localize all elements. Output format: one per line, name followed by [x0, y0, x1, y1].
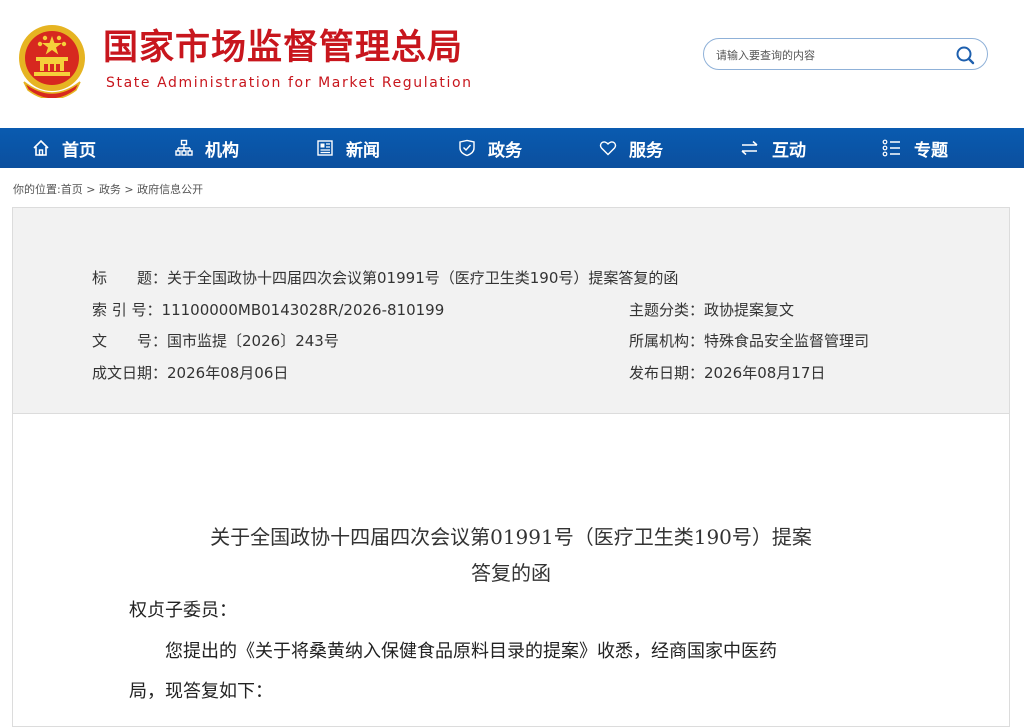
- meta-created-value: 2026年08月06日: [167, 364, 289, 382]
- meta-org-row: 所属机构：特殊食品安全监督管理司: [629, 331, 869, 351]
- newspaper-icon: [317, 140, 333, 156]
- nav-item-topics[interactable]: 专题: [882, 128, 948, 168]
- meta-title-label: 标 题：: [92, 269, 168, 287]
- document-frame: 标 题：关于全国政协十四届四次会议第01991号（医疗卫生类190号）提案答复的…: [12, 207, 1010, 727]
- nav-label: 政务: [488, 140, 522, 161]
- meta-topic-label: 主题分类：: [629, 301, 705, 319]
- shield-icon: [459, 139, 475, 157]
- breadcrumb-separator: >: [82, 183, 99, 196]
- document-salutation: 权贞子委员：: [129, 600, 237, 621]
- meta-org-label: 所属机构：: [629, 332, 705, 350]
- site-title: 国家市场监督管理总局: [103, 28, 464, 68]
- list-icon: [882, 139, 900, 157]
- meta-created-label: 成文日期：: [92, 364, 168, 382]
- document-metadata: 标 题：关于全国政协十四届四次会议第01991号（医疗卫生类190号）提案答复的…: [13, 208, 1009, 414]
- nav-label: 互动: [772, 140, 806, 161]
- heart-icon: [599, 141, 617, 156]
- nav-label: 服务: [629, 140, 663, 161]
- search-box: [703, 38, 988, 70]
- nav-item-org[interactable]: 机构: [175, 128, 239, 168]
- meta-created-row: 成文日期：2026年08月06日: [92, 363, 288, 383]
- meta-index-label: 索 引 号：: [92, 301, 162, 319]
- site-header: 国家市场监督管理总局 State Administration for Mark…: [0, 0, 1024, 128]
- swap-arrows-icon: [741, 140, 758, 156]
- meta-org-value: 特殊食品安全监督管理司: [704, 332, 870, 350]
- search-input[interactable]: [714, 45, 948, 65]
- breadcrumb-item-affairs[interactable]: 政务: [99, 183, 121, 196]
- nav-item-interact[interactable]: 互动: [740, 128, 806, 168]
- site-subtitle: State Administration for Market Regulati…: [106, 75, 473, 91]
- breadcrumb-separator: >: [120, 183, 138, 196]
- document-paragraph-line: 您提出的《关于将桑黄纳入保健食品原料目录的提案》收悉，经商国家中医药: [165, 641, 777, 662]
- nav-item-service[interactable]: 服务: [599, 128, 663, 168]
- meta-published-value: 2026年08月17日: [704, 364, 826, 382]
- breadcrumb-prefix: 你的位置:: [13, 183, 61, 196]
- meta-published-label: 发布日期：: [629, 364, 705, 382]
- nav-label: 机构: [205, 140, 239, 161]
- nav-label: 首页: [62, 140, 96, 161]
- nav-label: 专题: [914, 140, 948, 161]
- search-icon[interactable]: [955, 45, 975, 65]
- national-emblem-icon: [19, 25, 85, 98]
- document-paragraph-line: 局，现答复如下：: [129, 681, 273, 702]
- nav-item-home[interactable]: 首页: [32, 128, 96, 168]
- document-title-line2: 答复的函: [471, 561, 551, 585]
- meta-index-value: 11100000MB0143028R/2026-810199: [161, 301, 445, 319]
- meta-topic-value: 政协提案复文: [704, 301, 795, 319]
- meta-index-row: 索 引 号：11100000MB0143028R/2026-810199: [92, 300, 444, 320]
- document-title-line1: 关于全国政协十四届四次会议第01991号（医疗卫生类190号）提案: [210, 525, 812, 549]
- breadcrumb: 你的位置:首页 > 政务 > 政府信息公开: [13, 181, 203, 197]
- breadcrumb-item-disclosure[interactable]: 政府信息公开: [137, 183, 203, 196]
- meta-docno-label: 文 号：: [92, 332, 168, 350]
- nav-item-news[interactable]: 新闻: [316, 128, 380, 168]
- nav-label: 新闻: [346, 140, 380, 161]
- meta-docno-value: 国市监提〔2026〕243号: [167, 332, 339, 350]
- nav-item-affairs[interactable]: 政务: [458, 128, 522, 168]
- home-icon: [33, 139, 49, 156]
- org-chart-icon: [175, 139, 193, 156]
- meta-docno-row: 文 号：国市监提〔2026〕243号: [92, 331, 339, 351]
- meta-topic-row: 主题分类：政协提案复文: [629, 300, 794, 320]
- meta-title-row: 标 题：关于全国政协十四届四次会议第01991号（医疗卫生类190号）提案答复的…: [92, 268, 678, 288]
- breadcrumb-item-home[interactable]: 首页: [61, 183, 83, 196]
- meta-published-row: 发布日期：2026年08月17日: [629, 363, 825, 383]
- main-nav: 首页 机构 新闻 政务 服务 互动 专题: [0, 128, 1024, 168]
- meta-title-value: 关于全国政协十四届四次会议第01991号（医疗卫生类190号）提案答复的函: [167, 269, 679, 287]
